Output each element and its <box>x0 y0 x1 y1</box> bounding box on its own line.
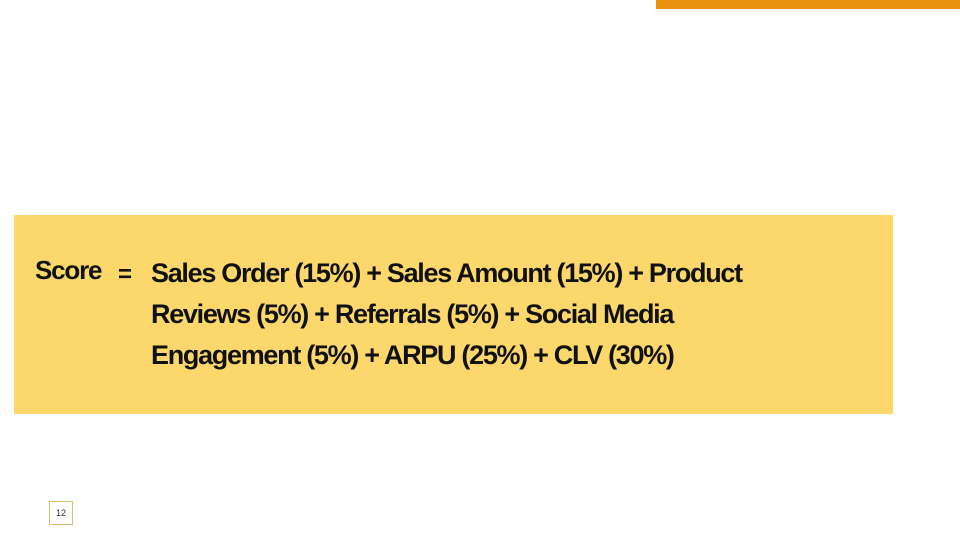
formula-line-2: Reviews (5%) + Referrals (5%) + Social M… <box>151 299 674 329</box>
page-number: 12 <box>49 501 73 525</box>
equals-sign: = <box>118 261 133 288</box>
formula-line-1: Sales Order (15%) + Sales Amount (15%) +… <box>151 258 743 288</box>
top-accent-bar <box>656 0 960 9</box>
formula-expression: Sales Order (15%) + Sales Amount (15%) +… <box>151 253 876 376</box>
score-label: Score <box>35 255 102 285</box>
formula-line-3: Engagement (5%) + ARPU (25%) + CLV (30%) <box>151 340 675 370</box>
formula-box: Score = Sales Order (15%) + Sales Amount… <box>14 215 893 414</box>
slide: Score = Sales Order (15%) + Sales Amount… <box>0 0 960 540</box>
